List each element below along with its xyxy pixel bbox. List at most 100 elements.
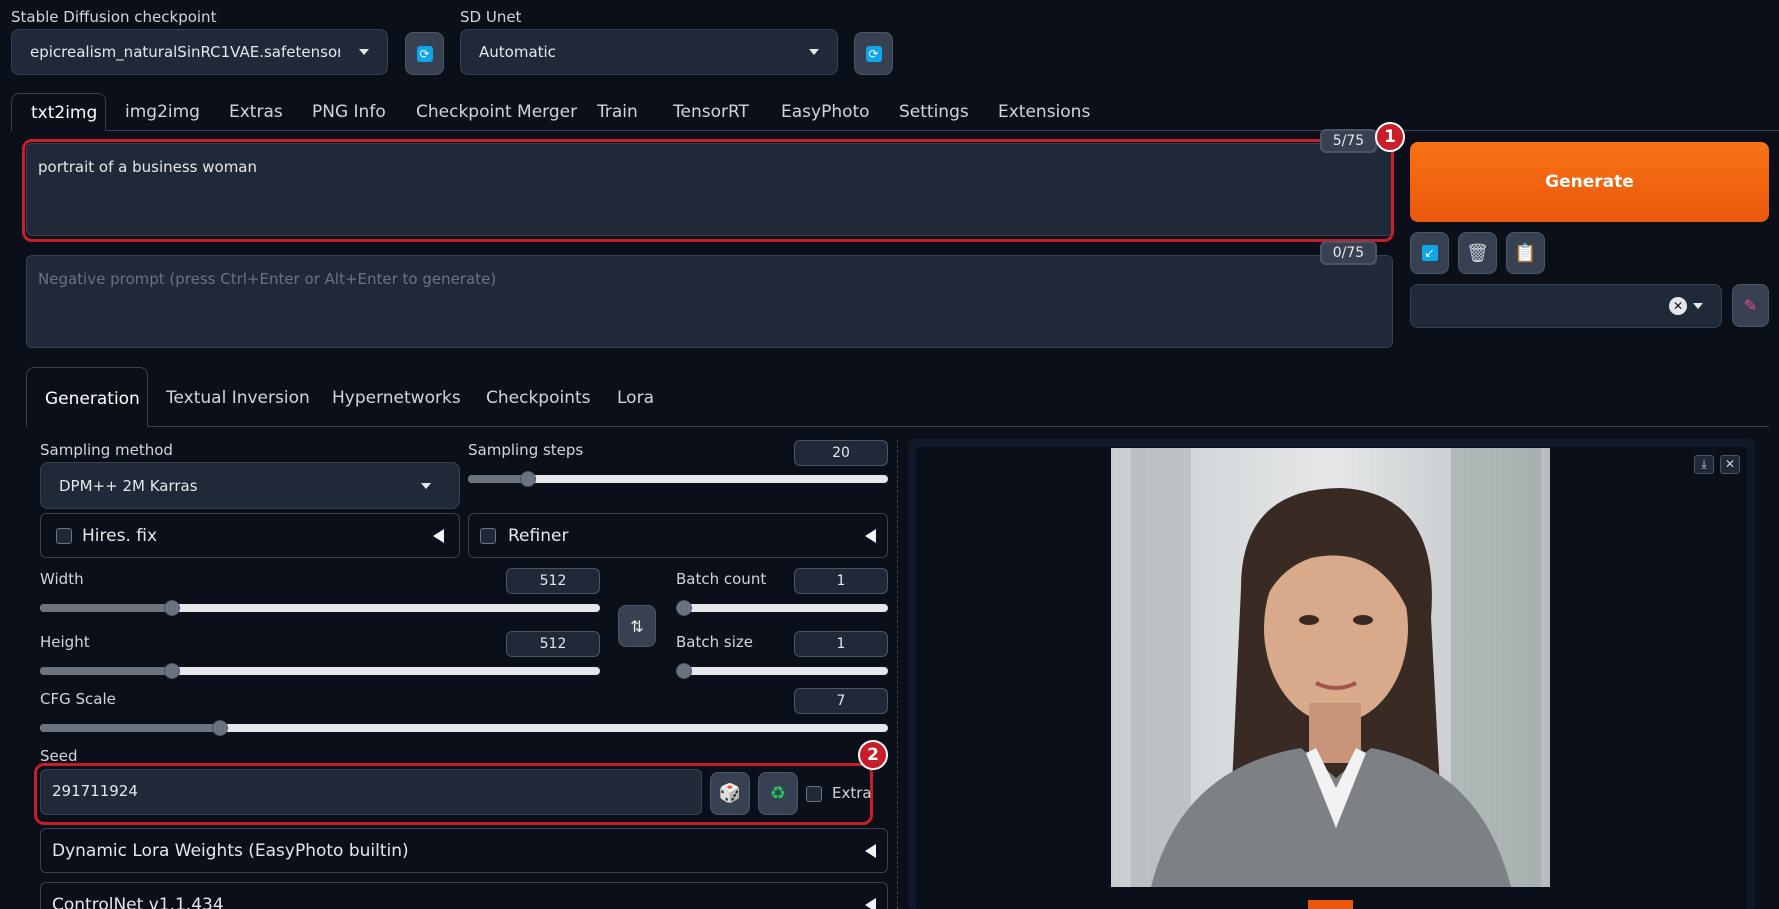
- generated-image[interactable]: [1111, 448, 1550, 887]
- sampling-method-dropdown[interactable]: DPM++ 2M Karras: [40, 462, 460, 509]
- tab-easyphoto[interactable]: EasyPhoto: [781, 102, 870, 122]
- close-icon[interactable]: ✕: [1720, 455, 1740, 474]
- styles-dropdown[interactable]: ✕: [1410, 284, 1722, 328]
- chevron-down-icon: [1693, 303, 1703, 309]
- slider-thumb[interactable]: [164, 663, 180, 679]
- tab-img2img[interactable]: img2img: [125, 102, 200, 122]
- tab-hypernetworks[interactable]: Hypernetworks: [332, 388, 461, 408]
- tab-settings[interactable]: Settings: [899, 102, 969, 122]
- tab-textual-inversion[interactable]: Textual Inversion: [166, 388, 310, 408]
- trash-button[interactable]: 🗑: [1458, 232, 1497, 274]
- refresh-icon: ⟳: [416, 45, 433, 62]
- collapse-arrow-icon: [865, 528, 876, 543]
- clear-icon[interactable]: ✕: [1669, 297, 1687, 315]
- chevron-down-icon: [421, 482, 431, 489]
- batch-size-slider[interactable]: [676, 663, 888, 679]
- tab-png-info[interactable]: PNG Info: [312, 102, 386, 122]
- download-icon[interactable]: ⤓: [1694, 455, 1714, 474]
- negative-prompt-input[interactable]: Negative prompt (press Ctrl+Enter or Alt…: [26, 255, 1393, 348]
- tab-extensions[interactable]: Extensions: [998, 102, 1090, 122]
- unet-label: SD Unet: [460, 8, 522, 26]
- collapse-arrow-icon: [433, 528, 444, 543]
- refiner-label: Refiner: [508, 525, 569, 546]
- extra-seed-checkbox[interactable]: [806, 786, 822, 802]
- height-slider[interactable]: [40, 663, 600, 679]
- batch-size-input[interactable]: 1: [794, 631, 888, 657]
- width-label: Width: [40, 570, 84, 588]
- swap-dimensions-button[interactable]: ⇅: [618, 605, 656, 647]
- prompt-token-counter: 5/75: [1320, 129, 1377, 153]
- portrait-illustration: [1111, 448, 1550, 887]
- refresh-icon: ⟳: [865, 45, 882, 62]
- tab-checkpoint-merger[interactable]: Checkpoint Merger: [416, 102, 577, 122]
- batch-size-label: Batch size: [676, 633, 753, 651]
- batch-count-input[interactable]: 1: [794, 568, 888, 594]
- refiner-checkbox[interactable]: [480, 527, 496, 544]
- controlnet-accordion[interactable]: ControlNet v1.1.434: [40, 882, 888, 909]
- column-divider: [897, 440, 898, 909]
- cfg-scale-input[interactable]: 7: [794, 688, 888, 714]
- lora-weights-label: Dynamic Lora Weights (EasyPhoto builtin): [52, 840, 409, 861]
- tab-train[interactable]: Train: [597, 102, 638, 122]
- unet-refresh-button[interactable]: ⟳: [854, 32, 893, 75]
- checkpoint-label: Stable Diffusion checkpoint: [11, 8, 217, 26]
- height-input[interactable]: 512: [506, 631, 600, 657]
- read-params-button[interactable]: ↙: [1410, 232, 1449, 274]
- slider-thumb[interactable]: [676, 600, 692, 616]
- sampling-steps-slider[interactable]: [468, 471, 888, 487]
- tab-divider: [11, 130, 1779, 131]
- slider-thumb[interactable]: [212, 720, 228, 736]
- hires-fix-accordion[interactable]: Hires. fix: [40, 513, 460, 558]
- sampling-method-label: Sampling method: [40, 441, 173, 459]
- checkpoint-value: epicrealism_naturalSinRC1VAE.safetensors…: [30, 43, 340, 61]
- seed-value: 291711924: [52, 782, 138, 800]
- height-label: Height: [40, 633, 90, 651]
- batch-count-label: Batch count: [676, 570, 767, 588]
- checkpoint-dropdown[interactable]: epicrealism_naturalSinRC1VAE.safetensors…: [11, 29, 388, 75]
- extra-seed-label: Extra: [832, 784, 872, 802]
- cfg-scale-label: CFG Scale: [40, 690, 116, 708]
- hires-fix-label: Hires. fix: [82, 525, 158, 546]
- cfg-scale-slider[interactable]: [40, 720, 888, 736]
- negative-prompt-placeholder: Negative prompt (press Ctrl+Enter or Alt…: [38, 270, 497, 288]
- annotation-badge-1: 1: [1375, 122, 1405, 152]
- tab-tensorrt[interactable]: TensorRT: [673, 102, 749, 122]
- tab-generation[interactable]: Generation: [26, 367, 148, 427]
- unet-value: Automatic: [479, 43, 556, 61]
- subtab-divider: [26, 426, 1769, 427]
- annotation-badge-2: 2: [858, 740, 888, 770]
- sampling-steps-input[interactable]: 20: [794, 440, 888, 466]
- recycle-icon: ♻: [769, 783, 787, 804]
- controlnet-label: ControlNet v1.1.434: [52, 894, 224, 909]
- slider-thumb[interactable]: [164, 600, 180, 616]
- width-input[interactable]: 512: [506, 568, 600, 594]
- dice-icon: 🎲: [718, 783, 742, 804]
- generate-button[interactable]: Generate: [1410, 142, 1769, 222]
- unet-dropdown[interactable]: Automatic: [460, 29, 838, 75]
- slider-thumb[interactable]: [520, 471, 536, 487]
- lora-weights-accordion[interactable]: Dynamic Lora Weights (EasyPhoto builtin): [40, 828, 888, 873]
- slider-thumb[interactable]: [676, 663, 692, 679]
- reuse-seed-button[interactable]: ♻: [758, 772, 798, 815]
- batch-count-slider[interactable]: [676, 600, 888, 616]
- random-seed-button[interactable]: 🎲: [710, 772, 750, 815]
- gallery-thumbnail[interactable]: [1308, 900, 1353, 909]
- tab-lora[interactable]: Lora: [617, 388, 654, 408]
- tab-txt2img[interactable]: txt2img: [11, 93, 106, 131]
- refiner-accordion[interactable]: Refiner: [468, 513, 888, 558]
- tab-extras[interactable]: Extras: [229, 102, 283, 122]
- sampling-method-value: DPM++ 2M Karras: [59, 476, 198, 495]
- brush-icon: ✎: [1743, 296, 1758, 315]
- collapse-arrow-icon: [865, 897, 876, 909]
- tab-checkpoints[interactable]: Checkpoints: [486, 388, 591, 408]
- width-slider[interactable]: [40, 600, 600, 616]
- hires-fix-checkbox[interactable]: [56, 527, 72, 544]
- seed-input[interactable]: 291711924: [40, 769, 702, 815]
- checkpoint-refresh-button[interactable]: ⟳: [405, 32, 444, 75]
- clipboard-button[interactable]: 📋: [1506, 232, 1545, 274]
- annotation-box-1: [22, 139, 1394, 242]
- chevron-down-icon: [359, 49, 369, 55]
- edit-styles-button[interactable]: ✎: [1732, 284, 1769, 327]
- collapse-arrow-icon: [865, 843, 876, 858]
- arrow-icon: ↙: [1421, 245, 1438, 261]
